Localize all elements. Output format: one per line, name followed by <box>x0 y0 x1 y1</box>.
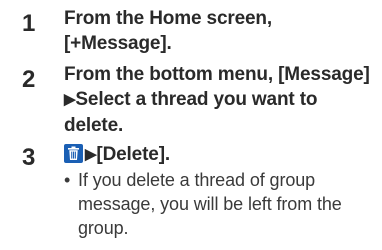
arrow-icon: ▶ <box>64 91 76 108</box>
step-text: ▶[Delete]. <box>64 142 376 168</box>
step-number: 2 <box>22 66 36 93</box>
step-line: [+Message]. <box>64 33 172 54</box>
step-number: 1 <box>22 10 36 37</box>
step-line: ▶[Delete]. <box>64 142 376 168</box>
step-line: From the Home screen, <box>64 8 273 29</box>
step-text: From the Home screen, [+Message]. <box>64 6 376 56</box>
step-line: From the bottom menu, [Message] <box>64 64 370 85</box>
step-line: ▶Select a thread you want to <box>64 89 318 110</box>
step-note: • If you delete a thread of group message… <box>64 168 376 240</box>
arrow-icon: ▶ <box>85 146 97 163</box>
bullet: • <box>64 170 71 190</box>
trash-icon <box>64 144 83 163</box>
note-line: group. <box>78 218 129 238</box>
step-line: delete. <box>64 115 124 136</box>
step-text: From the bottom menu, [Message] ▶Select … <box>64 62 376 138</box>
step-number: 3 <box>22 144 36 171</box>
note-line: • If you delete a thread of group <box>64 170 316 190</box>
note-line: message, you will be left from the <box>78 194 342 214</box>
